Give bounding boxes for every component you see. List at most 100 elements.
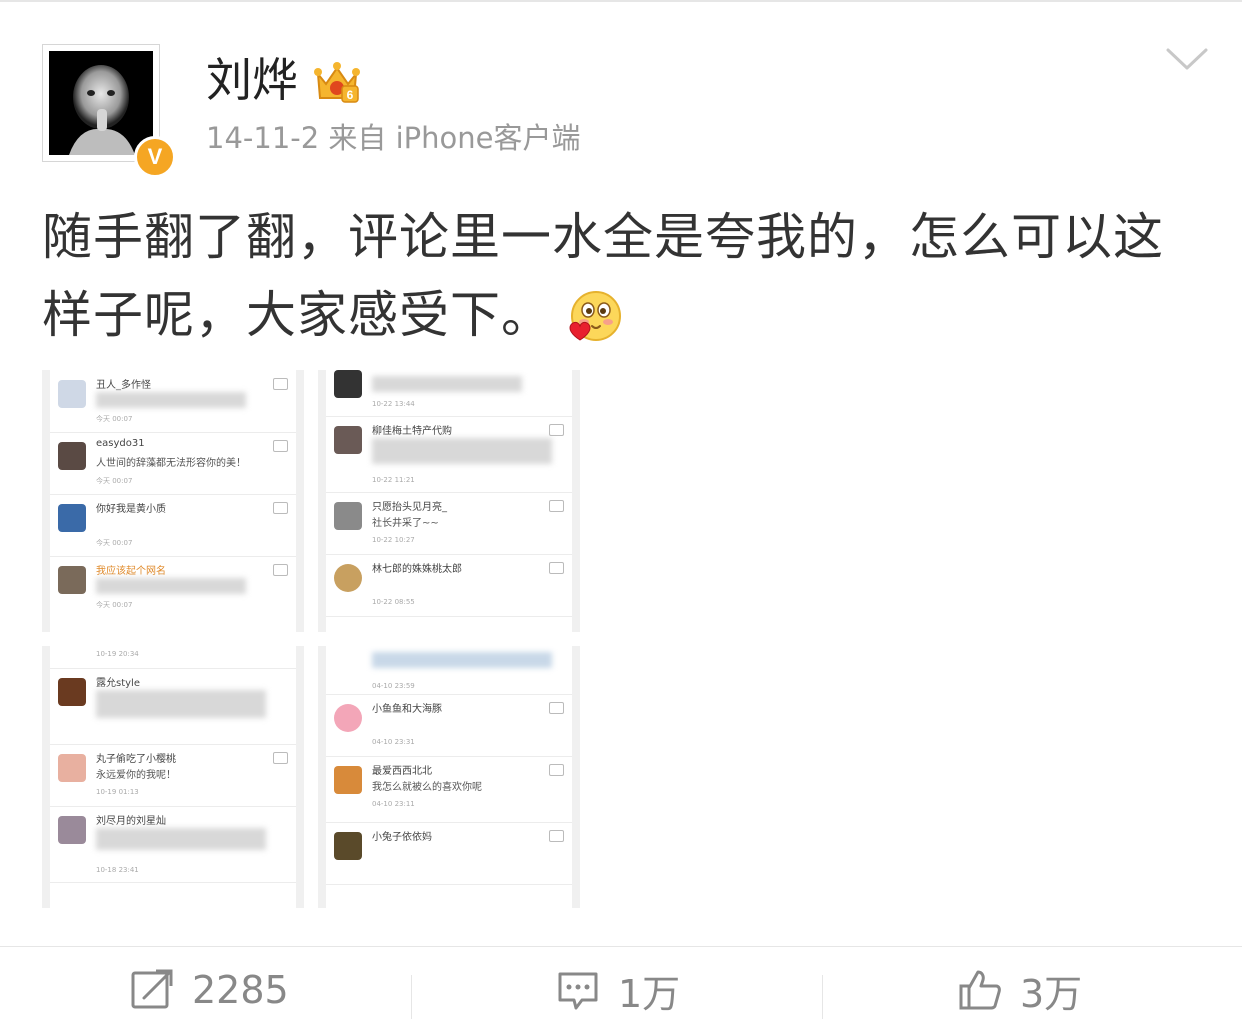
- comment-time: 10-18 23:41: [96, 866, 139, 874]
- comment-icon: [273, 502, 288, 514]
- table-row: 只愿抬头见月亮_ 社长井采了~~ 10-22 10:27: [326, 492, 572, 555]
- comment-time: 今天 00:07: [96, 601, 133, 609]
- comment-screenshot-2[interactable]: 10-22 13:44 柳佳梅土特产代购 10-22 11:21 只愿抬头见月亮_…: [318, 370, 580, 632]
- avatar: [58, 442, 86, 470]
- table-row: 10-19 20:34: [50, 646, 296, 669]
- blurred-text: [96, 578, 246, 594]
- comment-screenshot-3[interactable]: 10-19 20:34 露允style 丸子偷吃了小樱桃 永远爱你的我呢！ 10-1…: [42, 646, 304, 908]
- commenter-name: 露允style: [96, 678, 140, 689]
- blush-heart-emoji-icon: [569, 291, 621, 341]
- action-bar: 2285 1万 3万: [0, 946, 1242, 1028]
- commenter-name: 小鱼鱼和大海豚: [372, 704, 442, 715]
- comment-icon: [273, 378, 288, 390]
- comment-time: 10-22 13:44: [372, 400, 415, 408]
- chevron-down-icon[interactable]: [1164, 44, 1210, 74]
- avatar: [334, 832, 362, 860]
- comment-text: 社长井采了~~: [372, 518, 439, 529]
- table-row: 我应该起个网名 今天 00:07: [50, 556, 296, 618]
- comment-text: 人世间的辞藻都无法形容你的美！: [96, 458, 246, 469]
- table-row: 丑人_多作怪 今天 00:07: [50, 370, 296, 433]
- comment-time: 10-22 11:21: [372, 476, 415, 484]
- avatar: [58, 504, 86, 532]
- commenter-name: 刘尽月的刘星灿: [96, 816, 166, 827]
- top-divider: [0, 0, 1242, 2]
- avatar-photo: [49, 51, 153, 155]
- table-row: 小鱼鱼和大海豚 04-10 23:31: [326, 694, 572, 757]
- table-row: 柳佳梅土特产代购 10-22 11:21: [326, 416, 572, 493]
- comment-text: 永远爱你的我呢！: [96, 770, 176, 781]
- blurred-text: [96, 690, 266, 718]
- comment-icon: [549, 500, 564, 512]
- repost-icon: [131, 969, 173, 1009]
- comment-icon: [549, 562, 564, 574]
- avatar: [334, 704, 362, 732]
- table-row: 04-10 23:59: [326, 646, 572, 695]
- thumbs-up-icon: [959, 970, 1001, 1010]
- screenshot-card: 丑人_多作怪 今天 00:07 easydo31 人世间的辞藻都无法形容你的美！ 今天…: [50, 370, 296, 632]
- comment-button[interactable]: 1万: [556, 955, 680, 1025]
- commenter-name: 丸子偷吃了小樱桃: [96, 754, 176, 765]
- comment-time: 04-10 23:59: [372, 682, 415, 690]
- like-button[interactable]: 3万: [958, 955, 1082, 1025]
- avatar: [58, 754, 86, 782]
- table-row: 露允style: [50, 668, 296, 745]
- comment-text: 我怎么就被么的喜欢你呢: [372, 782, 482, 793]
- blurred-text: [372, 376, 522, 392]
- commenter-name: 小兔子依依妈: [372, 832, 432, 843]
- blurred-text: [96, 392, 246, 408]
- avatar: [334, 766, 362, 794]
- user-name[interactable]: 刘烨: [206, 52, 298, 108]
- avatar: [58, 566, 86, 594]
- commenter-name: 只愿抬头见月亮_: [372, 502, 447, 513]
- vip-crown-icon: 6: [314, 62, 360, 103]
- comment-icon: [273, 564, 288, 576]
- comment-time: 10-22 08:55: [372, 598, 415, 606]
- comment-icon: [549, 702, 564, 714]
- comment-screenshot-4[interactable]: 04-10 23:59 小鱼鱼和大海豚 04-10 23:31 最爱西西北北我怎么…: [318, 646, 580, 908]
- comment-screenshot-1[interactable]: 丑人_多作怪 今天 00:07 easydo31 人世间的辞藻都无法形容你的美！ 今天…: [42, 370, 304, 632]
- commenter-name: 丑人_多作怪: [96, 380, 151, 391]
- commenter-name: 最爱西西北北: [372, 766, 432, 777]
- table-row: 丸子偷吃了小樱桃 永远爱你的我呢！ 10-19 01:13: [50, 744, 296, 807]
- comment-icon: [273, 752, 288, 764]
- table-row: 刘尽月的刘星灿 10-18 23:41: [50, 806, 296, 883]
- repost-button[interactable]: 2285: [130, 955, 289, 1025]
- post-meta: 14-11-2 来自 iPhone客户端: [206, 121, 581, 155]
- comment-time: 10-22 10:27: [372, 536, 415, 544]
- avatar: [58, 816, 86, 844]
- post-text: 随手翻了翻，评论里一水全是夸我的，怎么可以这样子呢，大家感受下。: [42, 198, 1212, 354]
- avatar: [58, 678, 86, 706]
- screenshot-card: 10-22 13:44 柳佳梅土特产代购 10-22 11:21 只愿抬头见月亮_…: [326, 370, 572, 632]
- table-row: 最爱西西北北我怎么就被么的喜欢你呢 04-10 23:11: [326, 756, 572, 823]
- table-row: 你好我是黄小质 今天 00:07: [50, 494, 296, 557]
- blurred-text: [372, 438, 552, 464]
- comment-icon: [558, 972, 598, 1010]
- divider: [822, 975, 823, 1019]
- verified-badge: V: [134, 136, 176, 178]
- comment-icon: [549, 424, 564, 436]
- divider: [411, 975, 412, 1019]
- avatar: [334, 564, 362, 592]
- screenshot-card: 10-19 20:34 露允style 丸子偷吃了小樱桃 永远爱你的我呢！ 10-1…: [50, 646, 296, 908]
- comment-icon: [549, 764, 564, 776]
- comment-time: 今天 00:07: [96, 415, 133, 423]
- table-row: 林七郎的姝姝桃太郎 10-22 08:55: [326, 554, 572, 617]
- table-row: 10-22 13:44: [326, 370, 572, 417]
- svg-text:6: 6: [347, 88, 354, 102]
- comment-time: 04-10 23:11: [372, 800, 415, 808]
- commenter-name: 柳佳梅土特产代购: [372, 426, 452, 437]
- comment-time: 04-10 23:31: [372, 738, 415, 746]
- commenter-name: 林七郎的姝姝桃太郎: [372, 564, 462, 575]
- commenter-name: 你好我是黄小质: [96, 504, 166, 515]
- comment-time: 10-19 01:13: [96, 788, 139, 796]
- table-row: 小兔子依依妈: [326, 822, 572, 885]
- comment-time: 10-19 20:34: [96, 650, 139, 658]
- comment-icon: [273, 440, 288, 452]
- comment-time: 今天 00:07: [96, 477, 133, 485]
- like-count: 3万: [1020, 971, 1083, 1016]
- comment-time: 今天 00:07: [96, 539, 133, 547]
- screenshot-card: 04-10 23:59 小鱼鱼和大海豚 04-10 23:31 最爱西西北北我怎么…: [326, 646, 572, 908]
- blurred-text: [372, 652, 552, 668]
- repost-count: 2285: [192, 968, 289, 1012]
- commenter-name: easydo31: [96, 438, 145, 449]
